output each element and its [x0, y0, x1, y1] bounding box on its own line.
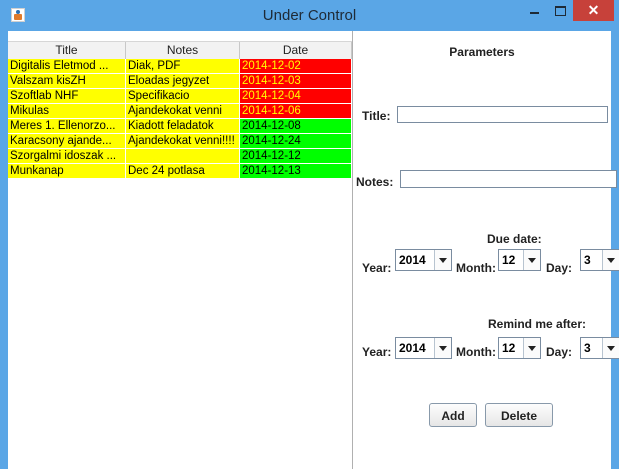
cell-notes[interactable]: Ajandekokat venni!!!! — [126, 134, 240, 149]
cell-date[interactable]: 2014-12-24 — [240, 134, 352, 149]
add-button[interactable]: Add — [429, 403, 477, 427]
column-header-title[interactable]: Title — [8, 42, 126, 59]
cell-title[interactable]: Munkanap — [8, 164, 126, 179]
remind-day-value: 3 — [584, 341, 591, 355]
cell-date[interactable]: 2014-12-03 — [240, 74, 352, 89]
table-row[interactable]: Valszam kisZH Eloadas jegyzet 2014-12-03 — [8, 74, 352, 89]
table-row[interactable]: Mikulas Ajandekokat venni 2014-12-06 — [8, 104, 352, 119]
remind-heading: Remind me after: — [488, 317, 587, 331]
minimize-button[interactable] — [520, 0, 547, 21]
remind-month-value: 12 — [502, 341, 516, 355]
parameters-panel: Parameters Title: Notes: Due date: Year:… — [353, 31, 619, 469]
due-day-select[interactable]: 3 — [580, 249, 619, 271]
delete-button[interactable]: Delete — [485, 403, 553, 427]
chevron-down-icon[interactable] — [434, 250, 451, 270]
app-window: Under Control ✕ Title Notes Date Digital… — [0, 0, 619, 469]
cell-date[interactable]: 2014-12-13 — [240, 164, 352, 179]
due-year-label: Year: — [362, 261, 392, 275]
remind-year-value: 2014 — [399, 341, 426, 355]
due-month-value: 12 — [502, 253, 516, 267]
cell-notes[interactable] — [126, 149, 240, 164]
column-header-date[interactable]: Date — [240, 42, 352, 59]
due-month-select[interactable]: 12 — [498, 249, 541, 271]
table-body: Digitalis Eletmod ... Diak, PDF 2014-12-02… — [8, 59, 352, 179]
table-row[interactable]: Szorgalmi idoszak ... 2014-12-12 — [8, 149, 352, 164]
table-header: Title Notes Date — [8, 41, 352, 60]
chevron-down-icon[interactable] — [602, 250, 619, 270]
cell-title[interactable]: Karacsony ajande... — [8, 134, 126, 149]
maximize-button[interactable] — [547, 0, 574, 21]
cell-title[interactable]: Szoftlab NHF — [8, 89, 126, 104]
close-icon: ✕ — [587, 2, 600, 18]
cell-title[interactable]: Mikulas — [8, 104, 126, 119]
remind-day-label: Day: — [546, 345, 573, 359]
cell-notes[interactable]: Ajandekokat venni — [126, 104, 240, 119]
cell-title[interactable]: Szorgalmi idoszak ... — [8, 149, 126, 164]
cell-date[interactable]: 2014-12-04 — [240, 89, 352, 104]
title-bar[interactable]: Under Control ✕ — [0, 0, 619, 31]
cell-date[interactable]: 2014-12-08 — [240, 119, 352, 134]
title-label: Title: — [362, 109, 391, 123]
remind-day-select[interactable]: 3 — [580, 337, 619, 359]
chevron-down-icon[interactable] — [523, 338, 540, 358]
remind-month-label: Month: — [456, 345, 496, 359]
remind-year-label: Year: — [362, 345, 392, 359]
due-day-label: Day: — [546, 261, 573, 275]
notes-label: Notes: — [356, 175, 394, 189]
due-year-select[interactable]: 2014 — [395, 249, 452, 271]
due-year-value: 2014 — [399, 253, 426, 267]
notes-input[interactable] — [400, 170, 617, 188]
chevron-down-icon[interactable] — [434, 338, 451, 358]
chevron-down-icon[interactable] — [523, 250, 540, 270]
parameters-heading: Parameters — [449, 45, 515, 59]
due-date-heading: Due date: — [487, 232, 542, 246]
cell-notes[interactable]: Kiadott feladatok — [126, 119, 240, 134]
cell-title[interactable]: Valszam kisZH — [8, 74, 126, 89]
cell-notes[interactable]: Specifikacio — [126, 89, 240, 104]
cell-title[interactable]: Digitalis Eletmod ... — [8, 59, 126, 74]
chevron-down-icon[interactable] — [602, 338, 619, 358]
cell-date[interactable]: 2014-12-12 — [240, 149, 352, 164]
cell-date[interactable]: 2014-12-06 — [240, 104, 352, 119]
remind-month-select[interactable]: 12 — [498, 337, 541, 359]
due-month-label: Month: — [456, 261, 496, 275]
table-row[interactable]: Munkanap Dec 24 potlasa 2014-12-13 — [8, 164, 352, 179]
remind-year-select[interactable]: 2014 — [395, 337, 452, 359]
due-day-value: 3 — [584, 253, 591, 267]
cell-notes[interactable]: Eloadas jegyzet — [126, 74, 240, 89]
window-content: Title Notes Date Digitalis Eletmod ... Di… — [8, 31, 619, 469]
todo-table-panel[interactable]: Title Notes Date Digitalis Eletmod ... Di… — [8, 31, 353, 469]
cell-date[interactable]: 2014-12-02 — [240, 59, 352, 74]
column-header-notes[interactable]: Notes — [126, 42, 240, 59]
table-row[interactable]: Karacsony ajande... Ajandekokat venni!!!!… — [8, 134, 352, 149]
table-row[interactable]: Digitalis Eletmod ... Diak, PDF 2014-12-02 — [8, 59, 352, 74]
cell-notes[interactable]: Diak, PDF — [126, 59, 240, 74]
cell-notes[interactable]: Dec 24 potlasa — [126, 164, 240, 179]
title-input[interactable] — [397, 106, 608, 123]
cell-title[interactable]: Meres 1. Ellenorzo... — [8, 119, 126, 134]
close-button[interactable]: ✕ — [573, 0, 614, 21]
table-row[interactable]: Meres 1. Ellenorzo... Kiadott feladatok 20… — [8, 119, 352, 134]
table-row[interactable]: Szoftlab NHF Specifikacio 2014-12-04 — [8, 89, 352, 104]
